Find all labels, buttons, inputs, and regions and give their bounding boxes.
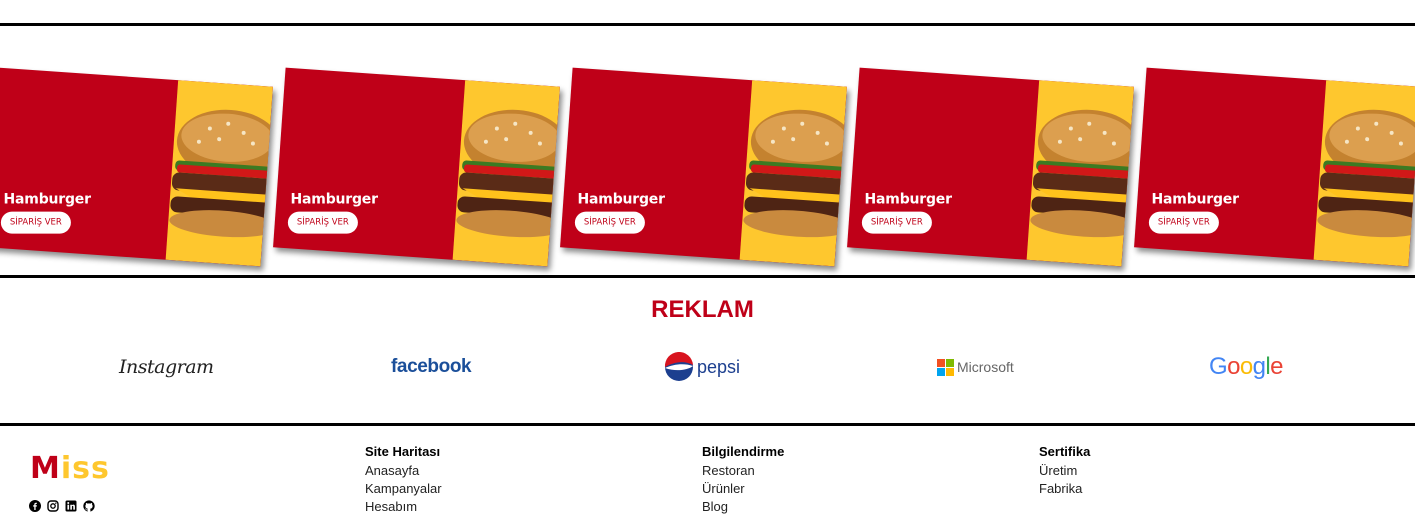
link-hesabim[interactable]: Hesabım — [365, 498, 442, 516]
hamburger-image — [169, 109, 273, 238]
card-title: Hamburger — [577, 191, 665, 208]
card-title: Hamburger — [3, 191, 91, 208]
sponsor-logos: Instagram facebook pepsi Microsoft Googl… — [0, 345, 1415, 389]
social-links — [29, 500, 95, 512]
pepsi-logo[interactable]: pepsi — [664, 345, 740, 389]
linkedin-icon[interactable] — [65, 500, 77, 512]
link-urunler[interactable]: Ürünler — [702, 480, 784, 498]
site-map-heading: Site Haritası — [365, 444, 441, 459]
facebook-logo[interactable]: facebook — [391, 345, 472, 389]
google-letter: G — [1209, 353, 1228, 380]
brand-logo[interactable]: Miss — [30, 451, 110, 486]
footer-divider — [0, 423, 1415, 426]
card-title: Hamburger — [864, 191, 952, 208]
promo-card[interactable]: Hamburger SİPARİŞ VER — [1134, 67, 1415, 267]
hamburger-image — [1030, 109, 1134, 238]
footer-column-info: Bilgilendirme Restoran Ürünler Blog — [702, 444, 784, 516]
hamburger-image — [456, 109, 560, 238]
link-fabrika[interactable]: Fabrika — [1039, 480, 1090, 498]
info-heading: Bilgilendirme — [702, 444, 785, 459]
link-anasayfa[interactable]: Anasayfa — [365, 462, 442, 480]
link-restoran[interactable]: Restoran — [702, 462, 784, 480]
footer-column-site-map: Site Haritası Anasayfa Kampanyalar Hesab… — [365, 444, 442, 516]
order-button[interactable]: SİPARİŞ VER — [1148, 211, 1219, 234]
promo-card[interactable]: Hamburger SİPARİŞ VER — [273, 67, 560, 267]
google-letter: o — [1239, 353, 1253, 380]
promo-card[interactable]: Hamburger SİPARİŞ VER — [560, 67, 847, 267]
card-title: Hamburger — [290, 191, 378, 208]
promo-card[interactable]: Hamburger SİPARİŞ VER — [847, 67, 1134, 267]
order-button[interactable]: SİPARİŞ VER — [287, 211, 358, 234]
instagram-icon[interactable] — [47, 500, 59, 512]
brand-logo-rest: iss — [60, 451, 110, 486]
brand-logo-m: M — [30, 451, 61, 486]
google-letter: g — [1252, 353, 1266, 380]
order-button[interactable]: SİPARİŞ VER — [0, 211, 71, 234]
pepsi-globe-icon — [664, 352, 693, 381]
promo-carousel[interactable]: Hamburger SİPARİŞ VER Hamburger SİPARİŞ … — [0, 27, 1415, 275]
certificate-heading: Sertifika — [1039, 444, 1091, 459]
google-logo[interactable]: Google — [1209, 345, 1283, 389]
link-kampanyalar[interactable]: Kampanyalar — [365, 480, 442, 498]
link-blog[interactable]: Blog — [702, 498, 784, 516]
microsoft-wordmark: Microsoft — [957, 359, 1014, 375]
link-uretim[interactable]: Üretim — [1039, 462, 1090, 480]
footer-column-certificate: Sertifika Üretim Fabrika — [1039, 444, 1090, 498]
order-button[interactable]: SİPARİŞ VER — [861, 211, 932, 234]
microsoft-logo[interactable]: Microsoft — [937, 345, 1014, 389]
hamburger-image — [1317, 109, 1415, 238]
hamburger-image — [743, 109, 847, 238]
google-letter: e — [1270, 353, 1283, 380]
instagram-wordmark: Instagram — [119, 356, 214, 378]
card-title: Hamburger — [1151, 191, 1239, 208]
order-button[interactable]: SİPARİŞ VER — [574, 211, 645, 234]
facebook-icon[interactable] — [29, 500, 41, 512]
facebook-wordmark: facebook — [391, 356, 472, 377]
site-footer: Miss Site Haritası Anasayfa Kampanyalar … — [0, 427, 1415, 532]
google-letter: o — [1227, 353, 1240, 380]
instagram-logo[interactable]: Instagram — [119, 345, 214, 389]
microsoft-squares-icon — [937, 358, 954, 376]
reklam-heading: REKLAM — [651, 296, 754, 323]
top-divider — [0, 23, 1415, 26]
carousel-divider — [0, 275, 1415, 278]
github-icon[interactable] — [83, 500, 95, 512]
pepsi-wordmark: pepsi — [697, 356, 741, 377]
google-wordmark: Google — [1209, 353, 1283, 381]
promo-card[interactable]: Hamburger SİPARİŞ VER — [0, 67, 273, 267]
